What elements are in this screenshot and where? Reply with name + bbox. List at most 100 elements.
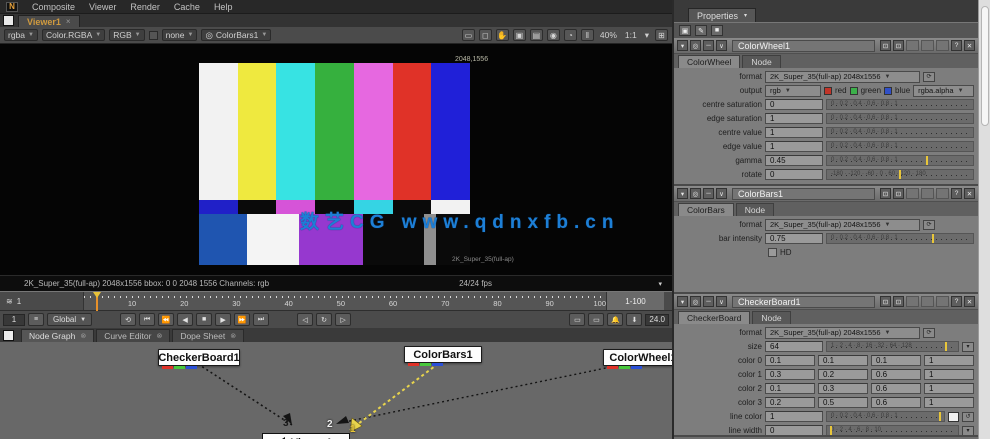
tab-node-graph[interactable]: Node Graph ⊗ xyxy=(21,329,95,342)
close-icon[interactable]: ⊗ xyxy=(156,332,162,340)
color1-r-field[interactable]: 0.3 xyxy=(765,369,815,380)
frame-range-mode-dropdown[interactable]: Global ▼ xyxy=(47,313,93,326)
line-width-field[interactable]: 0 xyxy=(765,425,823,435)
reload-format-button[interactable]: ⟳ xyxy=(923,219,935,230)
expand-panel-icon[interactable]: ⊡ xyxy=(893,188,904,199)
expand-panel-icon[interactable]: ⊡ xyxy=(893,296,904,307)
3d-view-icon[interactable]: ◉ xyxy=(546,29,560,41)
edge-value-field[interactable]: 1 xyxy=(765,141,823,152)
proxy-icon[interactable]: ◻ xyxy=(478,29,492,41)
overlay-icon[interactable]: ▤ xyxy=(529,29,543,41)
color-swatch-icon[interactable]: ∨ xyxy=(716,188,727,199)
centre-saturation-field[interactable]: 0 xyxy=(765,99,823,110)
zoom-percent-label[interactable]: 40% xyxy=(598,30,619,40)
tab-properties[interactable]: Properties ▾ xyxy=(688,8,757,22)
play-forward-button[interactable]: ▶ xyxy=(215,313,232,326)
color1-g-field[interactable]: 0.2 xyxy=(818,369,868,380)
format-dropdown[interactable]: 2K_Super_35(full-ap) 2048x1556 ▼ xyxy=(765,326,920,339)
close-panel-button[interactable]: ✕ xyxy=(964,296,975,307)
output-channels-dropdown[interactable]: rgb ▼ xyxy=(765,84,821,97)
goto-start-button[interactable]: ⏮ xyxy=(139,313,156,326)
node-checkerboard1[interactable]: CheckerBoard1 xyxy=(158,349,240,369)
minimize-icon[interactable]: ─ xyxy=(703,296,714,307)
size-slider[interactable]: 1 · 2 · 4 · 8 · 16 · 32 · 64 · 128 xyxy=(826,341,959,352)
timeline-ruler[interactable]: ≋ 1 10 20 30 40 50 60 70 80 90 100 1-100 xyxy=(0,291,672,311)
in-point-button[interactable]: ▭ xyxy=(569,313,586,326)
menu-composite[interactable]: Composite xyxy=(32,2,75,12)
zoom-ratio-label[interactable]: 1:1 xyxy=(623,30,639,40)
stop-button[interactable]: ■ xyxy=(196,313,213,326)
slider-handle[interactable] xyxy=(898,170,901,179)
tab-dope-sheet[interactable]: Dope Sheet ⊗ xyxy=(172,329,245,342)
line-width-slider[interactable]: 0 · 2 · 4 · 6 · 8 · 10 xyxy=(826,425,959,435)
close-icon[interactable]: × xyxy=(66,17,71,26)
slider-handle[interactable] xyxy=(829,426,832,435)
slider-handle[interactable] xyxy=(944,342,947,351)
pane-icon[interactable] xyxy=(3,330,14,341)
tab-node[interactable]: Node xyxy=(742,55,781,68)
node-colorbars1[interactable]: ColorBars1 xyxy=(404,346,482,366)
size-field[interactable]: 64 xyxy=(765,341,823,352)
color2-g-field[interactable]: 0.3 xyxy=(818,383,868,394)
red-channel-checkbox[interactable] xyxy=(824,86,832,95)
next-increment-button[interactable]: ▷ xyxy=(335,313,352,326)
centre-value-field[interactable]: 1 xyxy=(765,127,823,138)
expand-panel-icon[interactable]: ⊡ xyxy=(893,40,904,51)
gamma-slider[interactable]: 0 · 0.2 · 0.4 · 0.6 · 0.8 · 1 xyxy=(826,155,974,166)
node-colorwheel1[interactable]: ColorWheel1 xyxy=(603,349,672,369)
pin-icon[interactable]: ✎ xyxy=(695,25,707,36)
rotate-slider[interactable]: -180 · -120 · -60 · 0 · 60 · 120 · 180 xyxy=(826,169,974,180)
viewer-canvas[interactable]: 2048,1556 2K_Super_35(full-ap) 数艺CG www.… xyxy=(0,44,672,275)
center-node-icon[interactable]: ◎ xyxy=(690,188,701,199)
tab-viewer1[interactable]: Viewer1 × xyxy=(18,15,80,27)
tab-node[interactable]: Node xyxy=(735,203,775,216)
float-panel-icon[interactable]: ⊡ xyxy=(880,40,891,51)
roi-icon[interactable]: ▭ xyxy=(461,29,475,41)
pan-icon[interactable]: ✋ xyxy=(495,29,509,41)
menu-viewer[interactable]: Viewer xyxy=(89,2,116,12)
frame-range-box[interactable]: 1-100 xyxy=(606,292,664,310)
tab-curve-editor[interactable]: Curve Editor ⊗ xyxy=(96,329,171,342)
scrollbar-thumb[interactable] xyxy=(981,6,989,126)
node-viewer1[interactable]: Viewer1 xyxy=(262,433,350,439)
color3-b-field[interactable]: 0.6 xyxy=(871,397,921,408)
reload-format-button[interactable]: ⟳ xyxy=(923,71,935,82)
timeline-scale[interactable]: 10 20 30 40 50 60 70 80 90 100 xyxy=(84,292,606,311)
slider-handle[interactable] xyxy=(932,234,935,243)
help-button[interactable]: ? xyxy=(951,188,962,199)
chevron-down-icon[interactable]: ▾ xyxy=(677,188,688,199)
lut-dropdown[interactable]: none ▼ xyxy=(161,29,198,41)
bar-intensity-slider[interactable]: 0 · 0.2 · 0.4 · 0.6 · 0.8 · 1 xyxy=(826,233,974,244)
play-backward-fast-button[interactable]: ⏪ xyxy=(158,313,175,326)
slider-handle[interactable] xyxy=(926,156,929,165)
channels-dropdown[interactable]: Color.RGBA ▼ xyxy=(41,29,106,41)
rotate-field[interactable]: 0 xyxy=(765,169,823,180)
tab-checkerboard[interactable]: CheckerBoard xyxy=(678,311,751,324)
chevron-down-icon[interactable]: ▾ xyxy=(643,30,651,41)
color2-r-field[interactable]: 0.1 xyxy=(765,383,815,394)
loop-mode-button[interactable]: ⟲ xyxy=(120,313,137,326)
close-icon[interactable]: ⊗ xyxy=(80,332,86,340)
edge-value-slider[interactable]: 0 · 0.2 · 0.4 · 0.6 · 0.8 · 1 xyxy=(826,141,974,152)
nodegraph-canvas[interactable]: CheckerBoard1 ColorBars1 ColorWheel1 3 2… xyxy=(0,342,672,439)
clear-all-icon[interactable]: ■ xyxy=(711,25,723,36)
blue-channel-checkbox[interactable] xyxy=(884,86,893,95)
menu-render[interactable]: Render xyxy=(130,2,160,12)
goto-end-button[interactable]: ⏭ xyxy=(253,313,270,326)
edge-saturation-slider[interactable]: 0 · 0.2 · 0.4 · 0.6 · 0.8 · 1 xyxy=(826,113,974,124)
color3-g-field[interactable]: 0.5 xyxy=(818,397,868,408)
view-node-dropdown[interactable]: ◎ ColorBars1 ▼ xyxy=(201,29,272,41)
tab-node[interactable]: Node xyxy=(752,311,791,324)
close-icon[interactable]: ⊗ xyxy=(230,332,236,340)
grid-icon[interactable]: ⊞ xyxy=(655,29,668,41)
bar-intensity-field[interactable]: 0.75 xyxy=(765,233,823,244)
timeline-options-icon[interactable]: ≋ xyxy=(6,297,13,306)
minimize-icon[interactable]: ─ xyxy=(703,188,714,199)
hd-checkbox[interactable] xyxy=(768,248,777,257)
minimize-icon[interactable]: ─ xyxy=(703,40,714,51)
close-panel-button[interactable]: ✕ xyxy=(964,188,975,199)
loop-toggle-button[interactable]: ↻ xyxy=(316,313,333,326)
color0-b-field[interactable]: 0.1 xyxy=(871,355,921,366)
color0-r-field[interactable]: 0.1 xyxy=(765,355,815,366)
pane-icon[interactable] xyxy=(3,15,14,26)
